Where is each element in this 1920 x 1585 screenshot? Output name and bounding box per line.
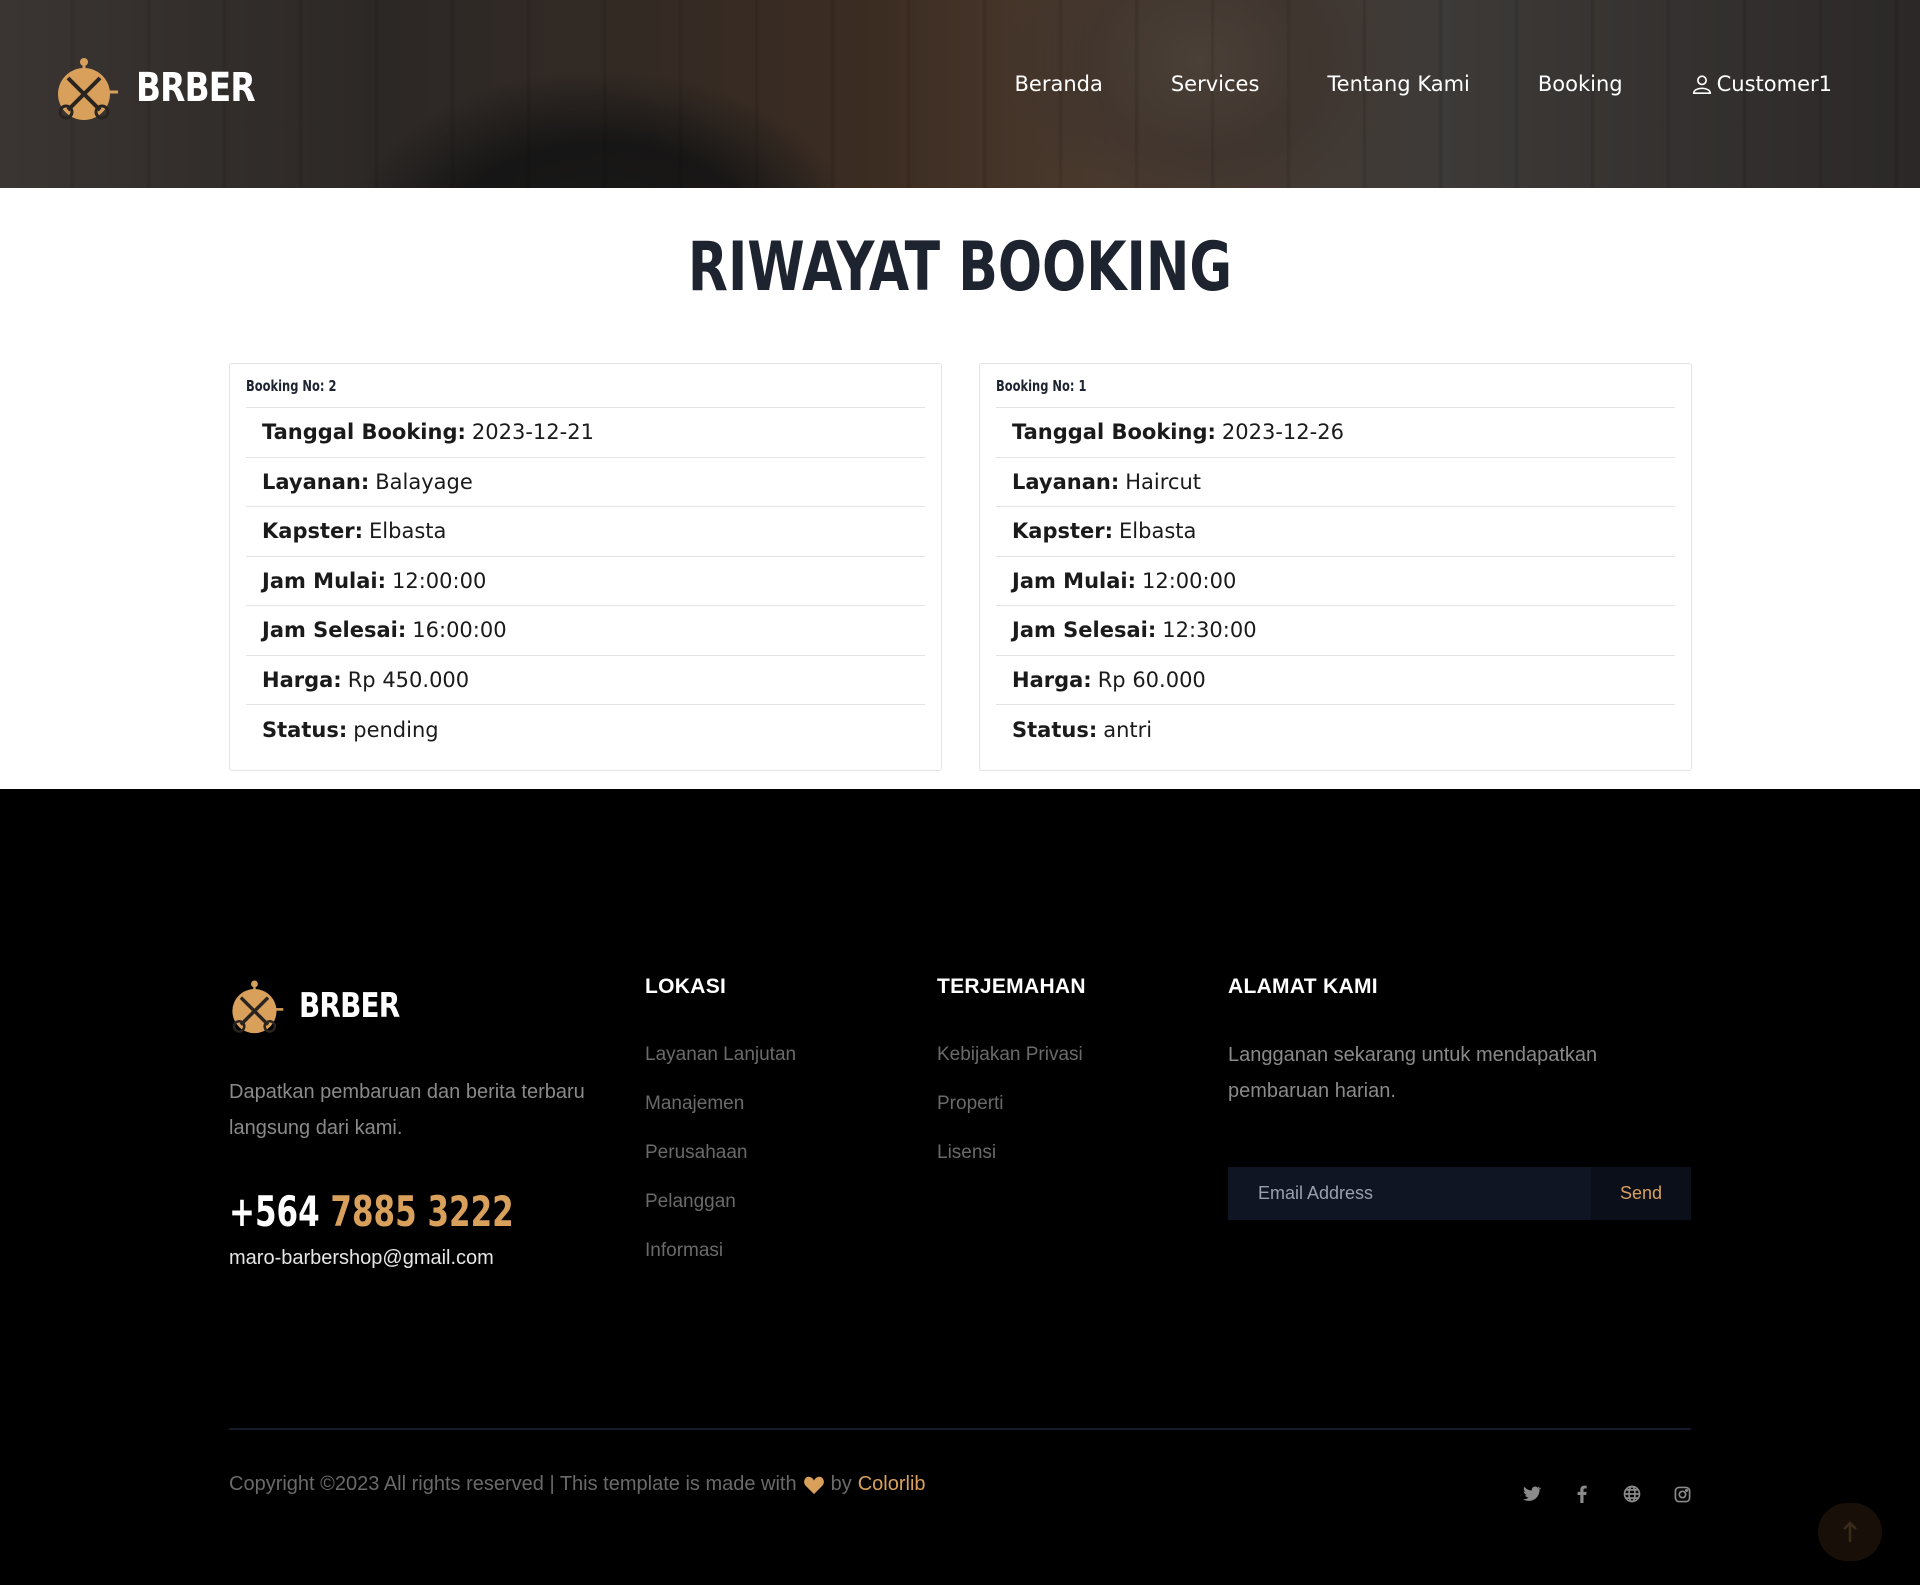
booking-card-header: Booking No: 2 <box>246 364 925 408</box>
footer-link[interactable]: Layanan Lanjutan <box>645 1043 796 1092</box>
brand-logo[interactable]: BRBER <box>54 52 281 124</box>
phone-prefix: +564 <box>229 1187 320 1236</box>
email-input[interactable] <box>1228 1167 1591 1220</box>
booking-card-header: Booking No: 1 <box>996 364 1675 408</box>
social-links <box>1492 1484 1692 1504</box>
footer-col-title: LOKASI <box>645 975 727 998</box>
footer-subscribe-text: Langganan sekarang untuk mendapatkan pem… <box>1228 1044 1598 1102</box>
phone-number: 7885 3222 <box>330 1187 514 1236</box>
user-icon <box>1692 75 1711 94</box>
booking-field-kapster: Kapster: Elbasta <box>246 507 925 557</box>
footer-col-title: TERJEMAHAN <box>937 975 1086 998</box>
copyright-by: by <box>830 1473 852 1495</box>
footer-logo[interactable]: BRBER <box>229 975 421 1037</box>
footer-link[interactable]: Informasi <box>645 1239 796 1288</box>
main-nav: Beranda Services Tentang Kami Booking Cu… <box>1015 72 1833 96</box>
booking-card: Booking No: 1 Tanggal Booking: 2023-12-26… <box>979 363 1692 771</box>
footer-col-alamat: ALAMAT KAMI Langganan sekarang untuk men… <box>1228 975 1691 1109</box>
footer-col-terjemahan: TERJEMAHAN Kebijakan Privasi Properti Li… <box>937 975 1086 1190</box>
footer-col-lokasi: LOKASI Layanan Lanjutan Manajemen Perusa… <box>645 975 796 1288</box>
scissors-logo-icon <box>58 58 118 120</box>
booking-field-tanggal: Tanggal Booking: 2023-12-26 <box>996 408 1675 458</box>
booking-field-tanggal: Tanggal Booking: 2023-12-21 <box>246 408 925 458</box>
send-button[interactable]: Send <box>1591 1167 1691 1220</box>
footer-email[interactable]: maro-barbershop@gmail.com <box>229 1247 494 1270</box>
globe-icon[interactable] <box>1622 1484 1642 1504</box>
footer-link[interactable]: Kebijakan Privasi <box>937 1043 1086 1092</box>
heart-icon <box>803 1476 824 1494</box>
booking-field-jam-mulai: Jam Mulai: 12:00:00 <box>246 557 925 606</box>
footer-link[interactable]: Properti <box>937 1092 1086 1141</box>
booking-field-status: Status: pending <box>262 717 439 742</box>
footer-description: Dapatkan pembaruan dan berita terbaru la… <box>229 1081 585 1139</box>
booking-field-jam-mulai: Jam Mulai: 12:00:00 <box>996 557 1675 606</box>
arrow-up-icon <box>1843 1521 1857 1542</box>
booking-field-layanan: Layanan: Balayage <box>246 458 925 507</box>
footer-divider <box>229 1428 1691 1430</box>
back-to-top-button[interactable] <box>1818 1503 1882 1561</box>
booking-field-kapster: Kapster: Elbasta <box>996 507 1675 557</box>
brand-name: BRBER <box>136 65 256 111</box>
footer-link[interactable]: Manajemen <box>645 1092 796 1141</box>
nav-item-services[interactable]: Services <box>1171 72 1260 96</box>
booking-field-harga: Harga: Rp 60.000 <box>996 656 1675 705</box>
nav-item-user[interactable]: Customer1 <box>1691 72 1832 96</box>
site-header: BRBER Beranda Services Tentang Kami Book… <box>0 0 1920 188</box>
booking-field-layanan: Layanan: Haircut <box>996 458 1675 507</box>
booking-field-jam-selesai: Jam Selesai: 12:30:00 <box>996 606 1675 656</box>
footer-link[interactable]: Pelanggan <box>645 1190 796 1239</box>
page-title: RIWAYAT BOOKING <box>687 228 1233 307</box>
facebook-icon[interactable] <box>1572 1484 1592 1504</box>
nav-user-label: Customer1 <box>1716 72 1832 96</box>
colorlib-link[interactable]: Colorlib <box>858 1473 926 1496</box>
scissors-logo-icon <box>232 980 284 1034</box>
footer-phone[interactable]: +564 7885 3222 <box>229 1187 514 1236</box>
subscribe-form: Send <box>1228 1167 1691 1220</box>
twitter-icon[interactable] <box>1522 1484 1542 1504</box>
copyright: Copyright ©2023 All rights reserved | Th… <box>229 1473 926 1496</box>
booking-field-jam-selesai: Jam Selesai: 16:00:00 <box>246 606 925 656</box>
footer-link[interactable]: Perusahaan <box>645 1141 796 1190</box>
footer-col-title: ALAMAT KAMI <box>1228 975 1378 998</box>
copyright-text: Copyright ©2023 All rights reserved | Th… <box>229 1473 797 1495</box>
nav-item-booking[interactable]: Booking <box>1538 72 1623 96</box>
footer-brand-name: BRBER <box>299 986 400 1026</box>
booking-field-status: Status: antri <box>1012 717 1153 742</box>
booking-card: Booking No: 2 Tanggal Booking: 2023-12-21… <box>229 363 942 771</box>
nav-item-tentang-kami[interactable]: Tentang Kami <box>1327 72 1469 96</box>
nav-item-beranda[interactable]: Beranda <box>1015 72 1103 96</box>
booking-field-harga: Harga: Rp 450.000 <box>246 656 925 705</box>
footer-link[interactable]: Lisensi <box>937 1141 1086 1190</box>
instagram-icon[interactable] <box>1672 1484 1692 1504</box>
